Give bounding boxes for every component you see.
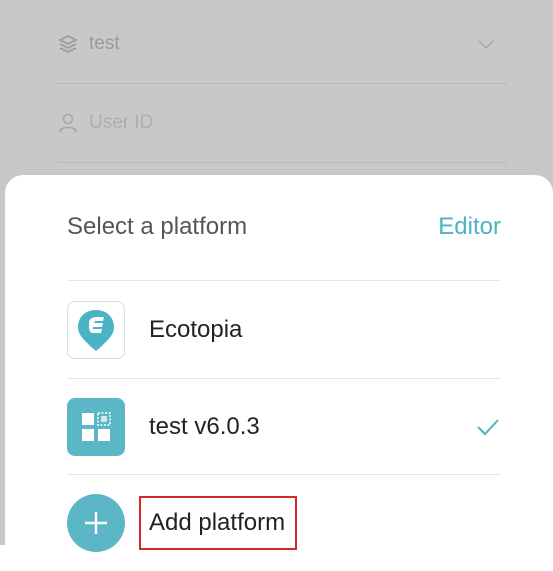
platform-item-label: Ecotopia bbox=[149, 316, 243, 343]
user-icon bbox=[57, 112, 79, 134]
layers-icon bbox=[57, 33, 79, 55]
editor-button[interactable]: Editor bbox=[438, 213, 501, 241]
divider bbox=[67, 280, 501, 281]
platform-item-test[interactable]: test v6.0.3 bbox=[67, 379, 501, 475]
checkmark-icon bbox=[475, 414, 501, 440]
platform-item-ecotopia[interactable]: Ecotopia bbox=[67, 282, 501, 378]
platform-item-label: test v6.0.3 bbox=[149, 413, 260, 440]
chevron-down-icon bbox=[475, 33, 497, 55]
platform-select-value: test bbox=[89, 33, 120, 54]
plus-icon bbox=[67, 494, 125, 552]
user-id-field[interactable]: User ID bbox=[57, 84, 507, 163]
platform-select-field[interactable]: test bbox=[57, 5, 507, 84]
sheet-title: Select a platform bbox=[67, 213, 248, 240]
add-platform-label[interactable]: Add platform bbox=[139, 496, 298, 550]
sheet-header: Select a platform Editor bbox=[67, 203, 501, 251]
user-id-placeholder: User ID bbox=[89, 112, 154, 133]
add-platform-item[interactable]: Add platform bbox=[67, 475, 501, 571]
grid-app-icon bbox=[67, 398, 125, 456]
ecotopia-logo-icon bbox=[67, 301, 125, 359]
platform-picker-sheet: Select a platform Editor Ecotopia test v… bbox=[5, 175, 553, 555]
